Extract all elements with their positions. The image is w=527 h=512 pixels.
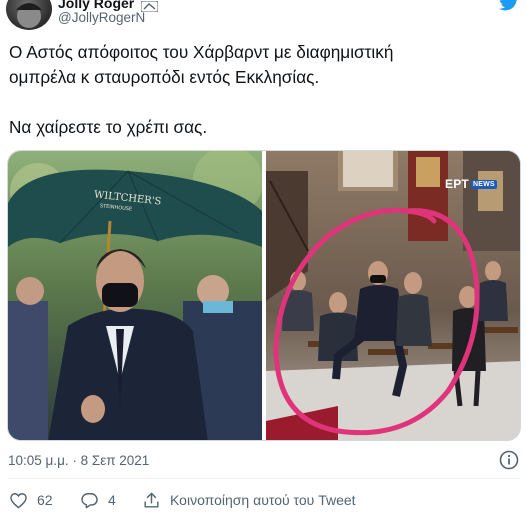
tweet-line-2: ομπρέλα κ σταυροπόδι εντός Εκκλησίας. xyxy=(9,67,320,87)
tweet-line-3: Να χαίρεστε το χρέπι σας. xyxy=(9,117,208,137)
reply-button[interactable]: 4 xyxy=(80,490,116,510)
tweet-actions: 62 4 Κοινοποίηση αυτού του Tweet xyxy=(0,490,527,512)
tweet-text: Ο Αστός απόφοιτος του Χάρβαρντ με διαφημ… xyxy=(9,40,514,140)
heart-icon xyxy=(10,492,27,509)
twitter-bird-icon[interactable] xyxy=(498,0,520,12)
like-count: 62 xyxy=(37,492,53,508)
reply-icon xyxy=(81,492,98,508)
tweet-timestamp[interactable]: 10:05 μ.μ. · 8 Σεπ 2021 xyxy=(8,453,149,468)
avatar[interactable] xyxy=(6,0,52,30)
photo-left[interactable]: WILTCHER'S STEINHOUSE xyxy=(8,151,263,441)
like-button[interactable]: 62 xyxy=(9,490,53,510)
tweet-line-1: Ο Αστός απόφοιτος του Χάρβαρντ με διαφημ… xyxy=(9,42,394,62)
photo-right[interactable] xyxy=(266,151,521,441)
username[interactable]: @JollyRogerN xyxy=(58,10,145,25)
flag-badge-icon xyxy=(140,0,159,13)
reply-count: 4 xyxy=(108,492,116,508)
share-label: Κοινοποίηση αυτού του Tweet xyxy=(170,492,356,508)
divider xyxy=(8,478,520,479)
tweet-header: Jolly Roger @JollyRogerN xyxy=(0,0,527,34)
share-button[interactable]: Κοινοποίηση αυτού του Tweet xyxy=(142,490,356,510)
info-icon[interactable] xyxy=(499,450,519,470)
share-icon xyxy=(144,492,159,508)
broadcaster-logo: ΕΡΤ NEWS xyxy=(445,177,497,191)
tweet-media[interactable]: WILTCHER'S STEINHOUSE ΕΡΤ NEWS xyxy=(7,150,521,441)
